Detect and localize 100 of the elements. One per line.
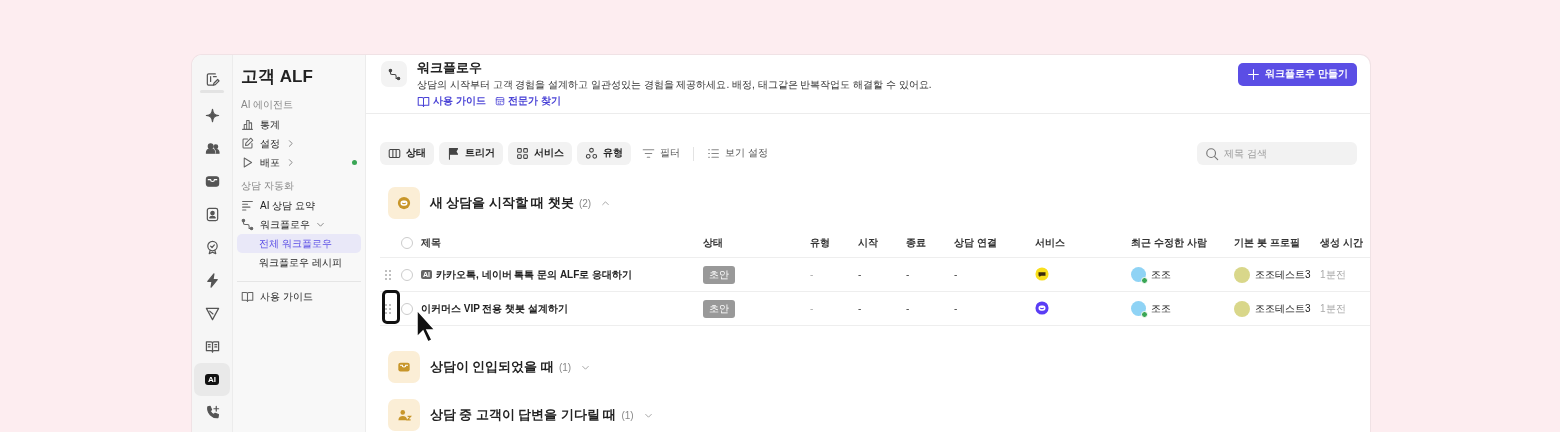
avatar — [1234, 266, 1250, 283]
highlight-box — [382, 290, 400, 324]
filter-chip[interactable]: 트리거 — [439, 142, 503, 165]
workflow-title[interactable]: 이커머스 VIP 전용 챗봇 설계하기 — [421, 301, 569, 316]
select-all-checkbox[interactable] — [401, 237, 413, 249]
item-label: 워크플로우 — [260, 217, 310, 232]
workflow-icon — [241, 218, 254, 231]
row-checkbox[interactable] — [401, 268, 413, 281]
page-description: 상담의 시작부터 고객 경험을 설계하고 일관성있는 경험을 제공하세요. 배정, 태그같은 반복작업도 해결할 수 있어요. — [417, 78, 932, 92]
group-count: (1) — [558, 361, 572, 373]
item-label: 배포 — [260, 155, 280, 170]
create-workflow-button[interactable]: 워크플로우 만들기 — [1238, 63, 1357, 86]
section-heading: AI 에이전트 — [241, 98, 294, 112]
item-label: 사용 가이드 — [260, 289, 313, 304]
table-cell-text: - — [858, 303, 863, 314]
column-header: 서비스 — [1035, 236, 1066, 250]
columns-icon — [388, 147, 401, 160]
book-icon — [417, 94, 430, 108]
group-title[interactable]: 상담 중 고객이 답변을 기다릴 때 — [430, 406, 617, 424]
group-title[interactable]: 새 상담을 시작할 때 챗봇 — [430, 194, 574, 212]
lightning-icon — [204, 273, 220, 288]
inbox-icon — [397, 360, 411, 374]
ai-badge: AI — [205, 374, 219, 385]
chatbot-icon — [1035, 300, 1049, 315]
edit-icon — [241, 137, 254, 150]
calendar-icon — [494, 96, 505, 106]
filter-chip[interactable]: 서비스 — [508, 142, 572, 165]
table-cell-text: - — [810, 303, 815, 314]
filter-chip[interactable]: 상태 — [380, 142, 434, 165]
page-title: 워크플로우 — [417, 61, 482, 76]
inbox-icon — [204, 174, 220, 189]
table-cell-text: - — [906, 303, 911, 314]
sidebar-item[interactable]: 워크플로우 — [237, 215, 361, 234]
help-link[interactable]: 사용 가이드 — [417, 94, 486, 108]
filter-chip[interactable]: 유형 — [577, 142, 631, 165]
workflow-title[interactable]: 카카오톡, 네이버 톡톡 문의 ALF로 응대하기 — [436, 267, 633, 282]
sidebar-subitem[interactable]: 워크플로우 레시피 — [237, 253, 361, 272]
plus-icon — [1247, 68, 1261, 81]
award-icon — [204, 240, 220, 255]
column-header: 생성 시간 — [1320, 236, 1364, 250]
help-link[interactable]: 전문가 찾기 — [494, 94, 561, 108]
sidebar-item[interactable]: 통계 — [237, 115, 361, 134]
note-edit-icon — [204, 72, 220, 87]
table-cell-text: - — [906, 269, 911, 280]
sidebar-title: 고객 ALF — [241, 66, 313, 88]
row-checkbox[interactable] — [401, 302, 413, 315]
book-icon — [204, 339, 220, 354]
phone-plus-icon — [204, 405, 220, 420]
sidebar-item[interactable]: AI 상담 요약 — [237, 196, 361, 215]
waiting-person-icon — [396, 408, 412, 422]
filter-button[interactable]: 필터 — [636, 142, 686, 165]
group-count: (1) — [621, 409, 634, 421]
sidebar-subitem[interactable]: 전체 워크플로우 — [237, 234, 361, 253]
view-settings-button[interactable]: 보기 설정 — [701, 142, 774, 165]
people-icon — [204, 141, 220, 156]
bot-profile-name: 조조테스트3 — [1255, 267, 1311, 282]
avatar — [1234, 300, 1250, 317]
item-label: AI 상담 요약 — [260, 198, 315, 213]
table-cell-text: - — [954, 269, 959, 280]
send-icon — [204, 306, 220, 321]
play-icon — [241, 156, 254, 169]
contact-card-icon — [204, 207, 220, 222]
column-header: 상태 — [703, 236, 724, 250]
sidebar-item[interactable]: 배포 — [237, 153, 361, 172]
book-icon — [241, 290, 254, 303]
created-time: 1분전 — [1320, 267, 1347, 282]
drag-handle-icon[interactable] — [385, 269, 391, 280]
chatbot-icon — [397, 196, 411, 210]
filter-icon — [642, 147, 655, 160]
lines-icon — [241, 199, 254, 212]
column-header: 시작 — [858, 236, 879, 250]
group-title[interactable]: 상담이 인입되었을 때 — [430, 358, 554, 376]
status-badge: 초안 — [703, 299, 735, 318]
column-header: 유형 — [810, 236, 831, 250]
flag-icon — [447, 147, 460, 160]
item-label: 설정 — [260, 136, 280, 151]
created-time: 1분전 — [1320, 301, 1347, 316]
table-cell-text: - — [810, 269, 815, 280]
drag-handle-icon[interactable] — [385, 303, 391, 314]
search-field[interactable]: 제목 검색 — [1197, 142, 1357, 165]
user-name: 조조 — [1151, 301, 1171, 316]
grid-icon — [516, 147, 529, 160]
nav-button[interactable]: AI — [194, 363, 230, 396]
column-header: 기본 봇 프로필 — [1234, 236, 1301, 250]
bot-profile-name: 조조테스트3 — [1255, 301, 1311, 316]
column-header: 제목 — [421, 236, 442, 250]
sidebar-item[interactable]: 사용 가이드 — [237, 287, 361, 306]
column-header: 최근 수정한 사람 — [1131, 236, 1208, 250]
bar-chart-icon — [241, 118, 254, 131]
section-heading: 상담 자동화 — [241, 179, 294, 193]
status-badge: 초안 — [703, 265, 735, 284]
sidebar-item[interactable]: 설정 — [237, 134, 361, 153]
user-name: 조조 — [1151, 267, 1171, 282]
item-label: 통계 — [260, 117, 280, 132]
list-icon — [707, 147, 720, 160]
group-count: (2) — [578, 197, 592, 209]
column-header: 상담 연결 — [954, 236, 998, 250]
search-icon — [1205, 147, 1219, 161]
workflow-icon — [387, 67, 401, 81]
nodes-icon — [585, 147, 598, 160]
